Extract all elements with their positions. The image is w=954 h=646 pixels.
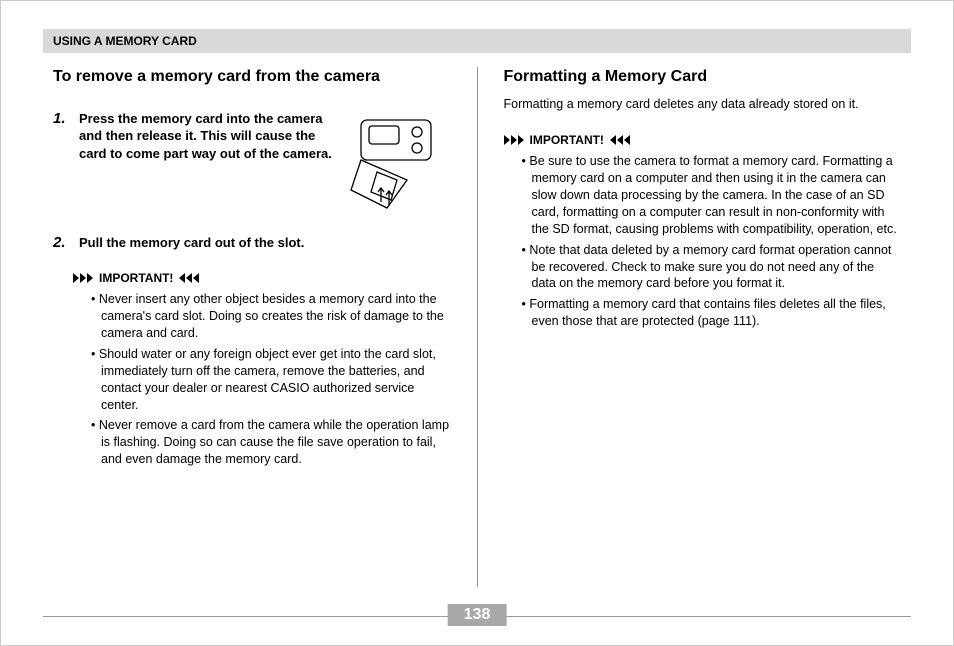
right-important-list: Be sure to use the camera to format a me… <box>522 153 902 330</box>
important-label: IMPORTANT! <box>99 271 173 285</box>
right-intro: Formatting a memory card deletes any dat… <box>504 96 902 114</box>
list-item: Never remove a card from the camera whil… <box>91 417 451 468</box>
content-columns: To remove a memory card from the camera … <box>43 67 911 587</box>
right-heading: Formatting a Memory Card <box>504 67 902 88</box>
triangles-right-icon <box>73 273 93 283</box>
camera-illustration <box>341 110 451 220</box>
important-callout: IMPORTANT! <box>73 271 451 285</box>
section-header: USING A MEMORY CARD <box>43 29 911 53</box>
page-number: 138 <box>448 604 507 626</box>
step-number: 1. <box>53 110 71 127</box>
triangles-left-icon <box>610 135 630 145</box>
triangles-left-icon <box>179 273 199 283</box>
important-callout: IMPORTANT! <box>504 133 902 147</box>
list-item: Note that data deleted by a memory card … <box>522 242 902 293</box>
step-text: Press the memory card into the camera an… <box>79 110 335 163</box>
step-1: 1. Press the memory card into the camera… <box>53 110 451 220</box>
step-text: Pull the memory card out of the slot. <box>79 234 451 252</box>
left-column: To remove a memory card from the camera … <box>43 67 478 587</box>
list-item: Never insert any other object besides a … <box>91 291 451 342</box>
left-important-list: Never insert any other object besides a … <box>91 291 451 468</box>
important-label: IMPORTANT! <box>530 133 604 147</box>
triangles-right-icon <box>504 135 524 145</box>
list-item: Formatting a memory card that contains f… <box>522 296 902 330</box>
step-number: 2. <box>53 234 71 251</box>
step-2: 2. Pull the memory card out of the slot. <box>53 234 451 252</box>
list-item: Be sure to use the camera to format a me… <box>522 153 902 237</box>
left-heading: To remove a memory card from the camera <box>53 67 451 88</box>
list-item: Should water or any foreign object ever … <box>91 346 451 414</box>
right-column: Formatting a Memory Card Formatting a me… <box>478 67 912 587</box>
